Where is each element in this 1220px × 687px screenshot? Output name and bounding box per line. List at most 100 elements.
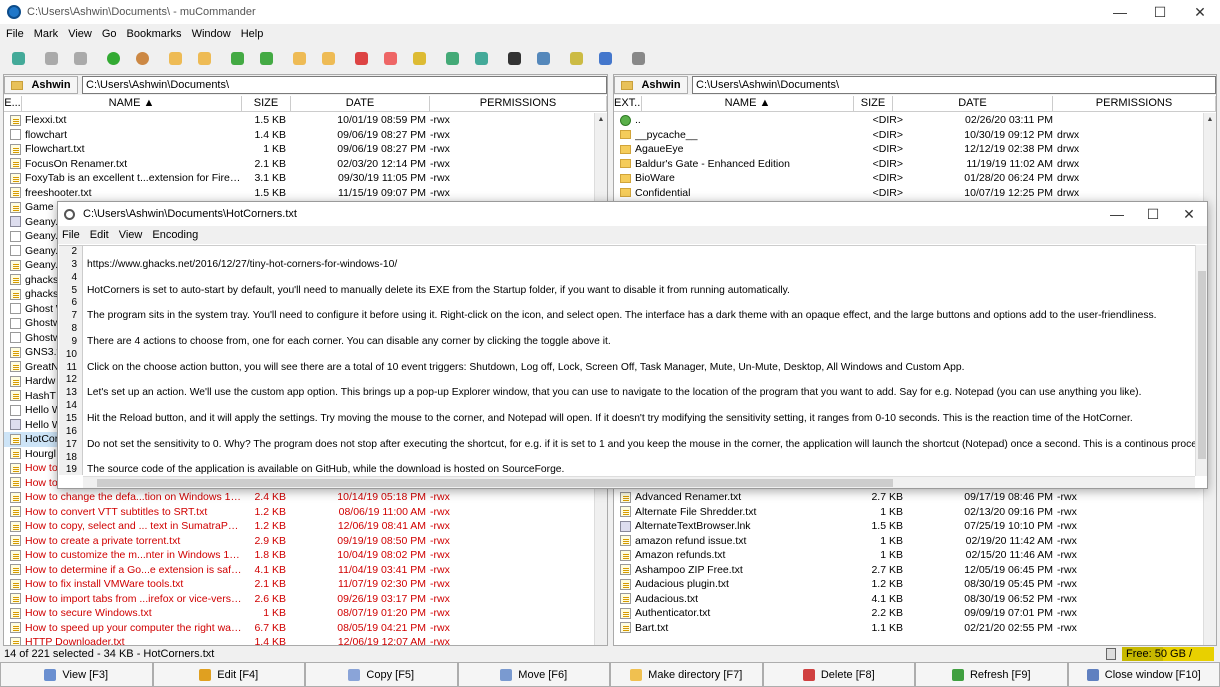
copy-button[interactable]: Copy [F5] [305,662,458,687]
bookmark-add-icon[interactable] [289,48,309,68]
line-number: 9 [71,335,77,347]
file-row[interactable]: Baldur's Gate - Enhanced Edition <DIR> 11/… [614,157,1203,172]
col-date[interactable]: DATE [291,96,430,111]
file-row[interactable]: FocusOn Renamer.txt 2.1 KB 02/03/20 12:14 … [4,157,594,172]
back-icon[interactable] [41,48,61,68]
left-drive-button[interactable]: Ashwin [4,76,78,94]
minimize-button[interactable]: — [1100,0,1140,24]
close-button[interactable]: ✕ [1180,0,1220,24]
file-row[interactable]: How to import tabs from ...irefox or vic… [4,592,594,607]
file-row[interactable]: Bart.txt 1.1 KB 02/21/20 02:55 PM -rwx [614,621,1203,636]
file-icon [10,578,21,590]
move-button[interactable]: Move [F6] [457,662,610,687]
new-file-icon[interactable] [194,48,214,68]
add-favorite-icon[interactable] [351,48,371,68]
sync-icon[interactable] [256,48,276,68]
folder-button[interactable]: Make directory [F7] [610,662,763,687]
file-row[interactable]: AlternateTextBrowser.lnk 1.5 KB 07/25/19 1… [614,519,1203,534]
maximize-button[interactable]: ☐ [1140,0,1180,24]
file-row[interactable]: How to fix install VMWare tools.txt 2.1 K… [4,577,594,592]
menu-mark[interactable]: Mark [34,28,58,40]
editor-minimize-button[interactable]: — [1099,202,1135,226]
refresh-icon[interactable] [227,48,247,68]
editor-maximize-button[interactable]: ☐ [1135,202,1171,226]
editor-text-area[interactable]: https://www.ghacks.net/2016/12/27/tiny-h… [87,246,1197,475]
run-icon[interactable] [566,48,586,68]
col-size[interactable]: SIZE [854,96,893,111]
right-path-field[interactable]: C:\Users\Ashwin\Documents\ [692,76,1216,94]
server-icon[interactable] [471,48,491,68]
file-row[interactable]: How to speed up your computer the right … [4,621,594,636]
file-row[interactable]: How to copy, select and ... text in Suma… [4,519,594,534]
file-icon [10,317,21,329]
col-ext[interactable]: E... [4,96,22,111]
file-row[interactable]: Ashampoo ZIP Free.txt 2.7 KB 12/05/19 06:4… [614,563,1203,578]
file-row[interactable]: Alternate File Shredder.txt 1 KB 02/13/20 … [614,505,1203,520]
connect-icon[interactable] [442,48,462,68]
file-row[interactable]: HTTP Downloader.txt 1.4 KB 12/06/19 12:07 … [4,635,594,645]
file-row[interactable]: How to secure Windows.txt 1 KB 08/07/19 01… [4,606,594,621]
col-name[interactable]: NAME ▲ [642,96,854,111]
right-drive-button[interactable]: Ashwin [614,76,688,94]
file-row[interactable]: Audacious plugin.txt 1.2 KB 08/30/19 05:45… [614,577,1203,592]
terminal-icon[interactable] [504,48,524,68]
delete-button[interactable]: Delete [F8] [762,662,915,687]
editor-vertical-scrollbar[interactable] [1195,245,1207,476]
new-window-icon[interactable] [8,48,28,68]
file-row[interactable]: Confidential <DIR> 10/07/19 12:25 PM drwx [614,186,1203,201]
file-row[interactable]: .. <DIR> 02/26/20 03:11 PM [614,113,1203,128]
favorites-icon[interactable] [380,48,400,68]
menu-window[interactable]: Window [192,28,231,40]
trash-icon[interactable] [1106,648,1116,660]
file-row[interactable]: AgaueEye <DIR> 12/12/19 02:38 PM drwx [614,142,1203,157]
col-permissions[interactable]: PERMISSIONS [1053,96,1216,111]
file-row[interactable]: How to create a private torrent.txt 2.9 K… [4,534,594,549]
file-row[interactable]: How to convert VTT subtitles to SRT.txt 1… [4,505,594,520]
file-row[interactable]: __pycache__ <DIR> 10/30/19 09:12 PM drwx [614,128,1203,143]
file-row[interactable]: Flowchart.txt 1 KB 09/06/19 08:27 PM -rwx [4,142,594,157]
menu-help[interactable]: Help [241,28,264,40]
left-path-field[interactable]: C:\Users\Ashwin\Documents\ [82,76,607,94]
menu-bookmarks[interactable]: Bookmarks [127,28,182,40]
file-row[interactable]: Flexxi.txt 1.5 KB 10/01/19 08:59 PM -rwx [4,113,594,128]
file-row[interactable]: Authenticator.txt 2.2 KB 09/09/19 07:01 PM… [614,606,1203,621]
editor-menu-view[interactable]: View [119,229,143,241]
home-icon[interactable] [132,48,152,68]
bookmark-edit-icon[interactable] [318,48,338,68]
edit-button[interactable]: Edit [F4] [152,662,305,687]
col-permissions[interactable]: PERMISSIONS [430,96,607,111]
refresh-button[interactable]: Refresh [F9] [915,662,1068,687]
editor-menu-edit[interactable]: Edit [90,229,109,241]
editor-menu-encoding[interactable]: Encoding [152,229,198,241]
file-row[interactable]: flowchart 1.4 KB 09/06/19 08:27 PM -rwx [4,128,594,143]
file-row[interactable]: How to customize the m...nter in Windows… [4,548,594,563]
editor-horizontal-scrollbar[interactable] [83,476,1195,488]
editor-menu-file[interactable]: File [62,229,80,241]
info-icon[interactable] [595,48,615,68]
menu-go[interactable]: Go [102,28,117,40]
col-size[interactable]: SIZE [242,96,291,111]
file-row[interactable]: How to determine if a Go...e extension i… [4,563,594,578]
close-window-button[interactable]: Close window [F10] [1067,662,1220,687]
file-row[interactable]: Advanced Renamer.txt 2.7 KB 09/17/19 08:46… [614,490,1203,505]
file-row[interactable]: FoxyTab is an excellent t...extension fo… [4,171,594,186]
email-icon[interactable] [533,48,553,68]
view-button[interactable]: View [F3] [0,662,153,687]
forward-icon[interactable] [70,48,90,68]
menu-file[interactable]: File [6,28,24,40]
new-folder-icon[interactable] [165,48,185,68]
col-name[interactable]: NAME ▲ [22,96,242,111]
col-ext[interactable]: EXT... [614,96,642,111]
editor-close-button[interactable]: ✕ [1171,202,1207,226]
parent-folder-icon[interactable] [103,48,123,68]
key-icon[interactable] [409,48,429,68]
file-row[interactable]: BioWare <DIR> 01/28/20 06:24 PM drwx [614,171,1203,186]
col-date[interactable]: DATE [893,96,1053,111]
file-row[interactable]: amazon refund issue.txt 1 KB 02/19/20 11:4… [614,534,1203,549]
file-row[interactable]: Amazon refunds.txt 1 KB 02/15/20 11:46 AM -… [614,548,1203,563]
settings-icon[interactable] [628,48,648,68]
file-row[interactable]: freeshooter.txt 1.5 KB 11/15/19 09:07 PM -r… [4,186,594,201]
file-row[interactable]: How to change the defa...tion on Windows… [4,490,594,505]
menu-view[interactable]: View [68,28,92,40]
file-row[interactable]: Audacious.txt 4.1 KB 08/30/19 06:52 PM -rwx [614,592,1203,607]
